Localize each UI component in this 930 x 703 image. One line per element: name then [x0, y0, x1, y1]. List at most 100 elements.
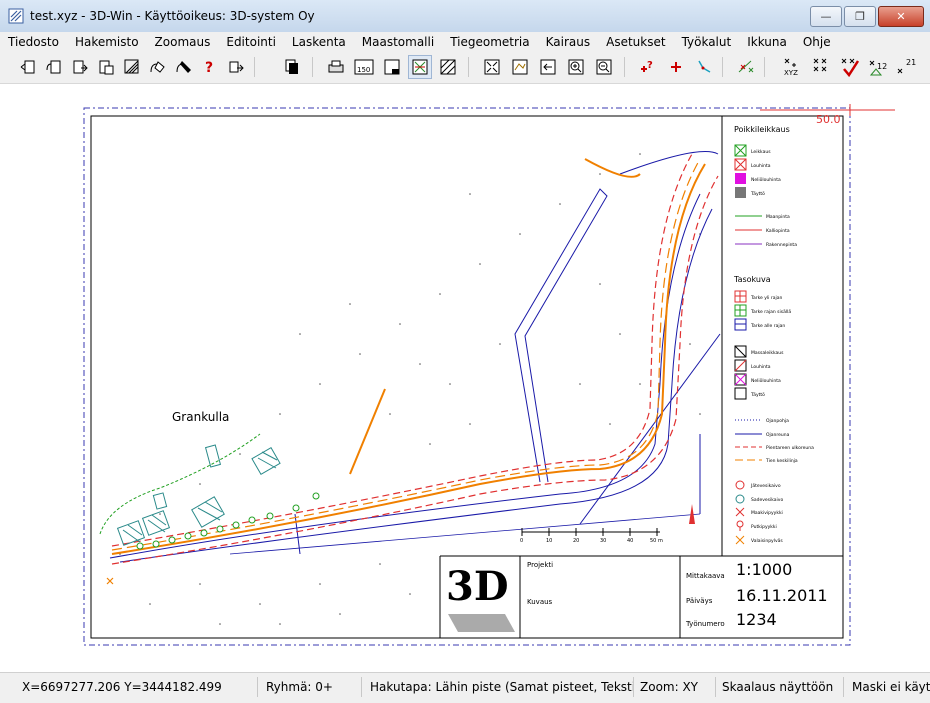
shoulder-lines	[111, 153, 719, 565]
legend-item: Rakennepinta	[766, 242, 797, 248]
draw-icon[interactable]	[172, 55, 196, 79]
legend-item: Täyttö	[750, 392, 765, 398]
legend-item: Putkipyykki	[751, 524, 777, 530]
svg-text:150: 150	[357, 66, 370, 74]
print-icon[interactable]	[324, 55, 348, 79]
menu-editointi[interactable]: Editointi	[226, 35, 276, 49]
close-button[interactable]: ✕	[878, 6, 924, 27]
legend-item: Leikkaus	[751, 149, 771, 155]
legend-item: Valaisinpylväs	[751, 538, 783, 544]
app-icon	[8, 8, 24, 24]
date-label: Päiväys	[686, 597, 713, 605]
map-drawing[interactable]: 50.0 Grankulla 0 10 20 30 40 50 m Poikki…	[0, 84, 930, 672]
drawing-canvas[interactable]: 50.0 Grankulla 0 10 20 30 40 50 m Poikki…	[0, 84, 930, 672]
save-icon[interactable]	[68, 55, 92, 79]
menu-asetukset[interactable]: Asetukset	[606, 35, 665, 49]
undo-icon[interactable]	[224, 55, 248, 79]
north-arrow	[689, 504, 695, 524]
logo-3d: 3D	[446, 563, 515, 632]
add-point-icon[interactable]	[664, 55, 688, 79]
fit-view-icon[interactable]	[480, 55, 504, 79]
legend: Poikkileikkaus Leikkaus Louhinta Neliölo…	[733, 125, 814, 545]
scalebar-tick: 20	[573, 538, 579, 544]
job-label: Työnumero	[685, 620, 725, 628]
svg-text:12: 12	[877, 62, 887, 71]
legend-item: Louhinta	[751, 163, 771, 169]
legend-item: Tarke rajan sisällä	[750, 309, 791, 315]
maximize-button[interactable]: ❐	[844, 6, 876, 27]
label-icon[interactable]: 21	[894, 55, 918, 79]
hatch-icon[interactable]	[436, 55, 460, 79]
line-icon[interactable]	[692, 55, 716, 79]
legend-item: Ojanreuna	[766, 432, 790, 438]
legend-item: Tarke alle rajan	[750, 323, 785, 329]
status-bar: X=6697277.206 Y=3444182.499 Ryhmä: 0+ Ha…	[0, 672, 930, 703]
layout-icon[interactable]	[380, 55, 404, 79]
svg-text:21: 21	[906, 58, 916, 67]
scale-value: 1:1000	[736, 560, 792, 579]
menu-ikkuna[interactable]: Ikkuna	[747, 35, 787, 49]
green-boundary	[99, 433, 261, 535]
scalebar-tick: 10	[546, 538, 552, 544]
menu-hakemisto[interactable]: Hakemisto	[75, 35, 139, 49]
terrain-points	[119, 153, 701, 625]
scale-marker-label: 50.0	[816, 113, 841, 126]
menu-tiegeometria[interactable]: Tiegeometria	[450, 35, 529, 49]
legend-item: Neliölouhinta	[751, 378, 781, 384]
status-mask: Maski ei käytössä	[852, 680, 930, 694]
place-name-label: Grankulla	[172, 410, 229, 424]
menu-tiedosto[interactable]: Tiedosto	[8, 35, 59, 49]
description-label: Kuvaus	[527, 598, 553, 606]
query-icon[interactable]: ?	[198, 55, 222, 79]
grid-icon[interactable]	[408, 55, 432, 79]
copy-icon[interactable]	[280, 55, 304, 79]
legend-item: Louhinta	[751, 364, 771, 370]
add-query-point-icon[interactable]: ?	[636, 55, 660, 79]
previous-view-icon[interactable]	[536, 55, 560, 79]
menu-kairaus[interactable]: Kairaus	[546, 35, 591, 49]
open-point-icon[interactable]	[42, 55, 66, 79]
number-icon[interactable]: 12	[866, 55, 890, 79]
toolbar: ? 150 ? XYZ 12 21	[0, 51, 930, 84]
save-as-icon[interactable]	[94, 55, 118, 79]
open-file-icon[interactable]	[16, 55, 40, 79]
menu-zoomaus[interactable]: Zoomaus	[155, 35, 211, 49]
legend-item: Maakivipyykki	[751, 510, 783, 516]
legend-item: Jätevesikaivo	[750, 483, 781, 489]
svg-text:?: ?	[205, 60, 213, 76]
profile-icon[interactable]	[734, 55, 758, 79]
window-title: test.xyz - 3D-Win - Käyttöoikeus: 3D-sys…	[30, 9, 315, 23]
date-value: 16.11.2011	[736, 586, 828, 605]
legend-item: Tarke yli rajan	[750, 295, 782, 301]
menu-ohje[interactable]: Ohje	[803, 35, 831, 49]
minimize-button[interactable]: —	[810, 6, 842, 27]
check-icon[interactable]	[838, 55, 862, 79]
menu-laskenta[interactable]: Laskenta	[292, 35, 346, 49]
scale-bar: 0 10 20 30 40 50 m	[520, 528, 663, 544]
scalebar-tick: 0	[520, 538, 523, 544]
title-bar[interactable]: test.xyz - 3D-Win - Käyttöoikeus: 3D-sys…	[0, 0, 930, 33]
menu-maastomalli[interactable]: Maastomalli	[362, 35, 434, 49]
menu-tyokalut[interactable]: Työkalut	[682, 35, 732, 49]
legend-item: Maanpinta	[766, 214, 790, 220]
legend-item: Tien keskilinja	[765, 458, 798, 464]
zoom-out-icon[interactable]	[592, 55, 616, 79]
export-icon[interactable]	[120, 55, 144, 79]
xyz-icon[interactable]: XYZ	[782, 55, 806, 79]
job-value: 1234	[736, 610, 777, 629]
svg-text:?: ?	[647, 60, 653, 71]
scalebar-tick: 50 m	[650, 538, 663, 544]
status-group: Ryhmä: 0+	[262, 677, 362, 697]
import-icon[interactable]	[146, 55, 170, 79]
legend-item: Neliölouhinta	[751, 177, 781, 183]
ditch-lines	[109, 151, 721, 563]
view-3d-icon[interactable]	[508, 55, 532, 79]
zoom-in-icon[interactable]	[564, 55, 588, 79]
cross-points-icon[interactable]	[810, 55, 834, 79]
menu-bar: Tiedosto Hakemisto Zoomaus Editointi Las…	[0, 32, 930, 51]
legend-item: Massaleikkaus	[751, 350, 784, 356]
project-label: Projekti	[527, 561, 553, 569]
svg-text:XYZ: XYZ	[784, 69, 798, 77]
title-block: 3D Projekti Kuvaus Mittakaava 1:1000 Päi…	[446, 560, 828, 632]
print-scale-icon[interactable]: 150	[352, 55, 376, 79]
